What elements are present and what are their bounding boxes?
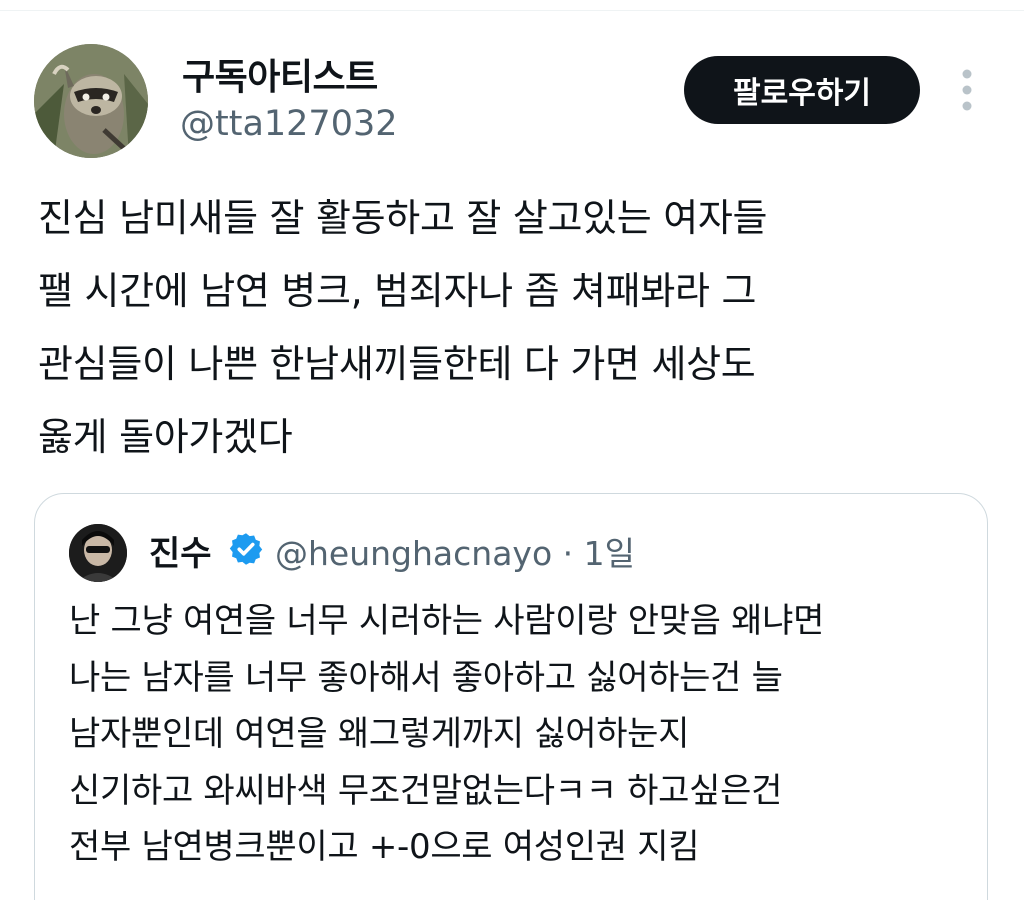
author-display-name[interactable]: 구독아티스트 — [182, 48, 378, 100]
quoted-tweet-text: 난 그냥 여연을 너무 시러하는 사람이랑 안맞음 왜냐면 나는 남자를 너무 … — [69, 593, 969, 876]
tweet-text-line: 옳게 돌아가겠다 — [38, 415, 293, 459]
quoted-author-display-name[interactable]: 진수 — [149, 526, 212, 575]
author-handle[interactable]: @tta127032 — [180, 104, 398, 144]
follow-button[interactable]: 팔로우하기 — [684, 56, 920, 124]
raccoon-avatar-icon — [34, 44, 148, 158]
tweet-text-line: 관심들이 나쁜 한남새끼들한테 다 가면 세상도 — [38, 342, 756, 386]
verified-badge-icon — [229, 533, 263, 565]
tweet-text-line: 팰 시간에 남연 병크, 범죄자나 좀 쳐패봐라 그 — [38, 269, 757, 313]
quoted-author-handle[interactable]: @heunghacnayo — [275, 534, 552, 573]
quoted-text-line: 전부 남연병크뿐이고 +-0으로 여성인권 지킴 — [69, 827, 700, 867]
quoted-tweet-meta: @heunghacnayo · 1일 — [275, 527, 635, 575]
quoted-text-line: 신기하고 와씨바색 무조건말없는다ㅋㅋ 하고싶은건 — [69, 770, 783, 811]
quoted-tweet-card[interactable]: 진수 @heunghacnayo · 1일 난 그냥 여연을 너무 시러하는 사… — [34, 493, 988, 900]
quoted-author-avatar[interactable] — [69, 524, 127, 582]
author-avatar[interactable] — [34, 44, 148, 158]
person-avatar-icon — [69, 524, 127, 582]
tweet-page: 구독아티스트 @tta127032 팔로우하기 진심 남미새들 잘 활동하고 잘… — [0, 0, 1024, 900]
more-options-button[interactable] — [948, 66, 986, 116]
tweet-header: 구독아티스트 @tta127032 팔로우하기 — [0, 0, 1024, 170]
meta-separator: · — [562, 534, 574, 573]
quoted-tweet-time[interactable]: 1일 — [584, 534, 635, 573]
quoted-text-line: 난 그냥 여연을 너무 시러하는 사람이랑 안맞음 왜냐면 — [69, 601, 825, 641]
tweet-text-line: 진심 남미새들 잘 활동하고 잘 살고있는 여자들 — [38, 196, 768, 240]
tweet-text: 진심 남미새들 잘 활동하고 잘 살고있는 여자들 팰 시간에 남연 병크, 범… — [38, 182, 998, 474]
more-vertical-icon — [962, 69, 972, 111]
quoted-text-line: 나는 남자를 너무 좋아해서 좋아하고 싫어하는건 늘 — [69, 657, 783, 698]
quoted-text-line: 남자뿐인데 여연을 왜그렇게까지 싫어하눈지 — [69, 714, 690, 754]
